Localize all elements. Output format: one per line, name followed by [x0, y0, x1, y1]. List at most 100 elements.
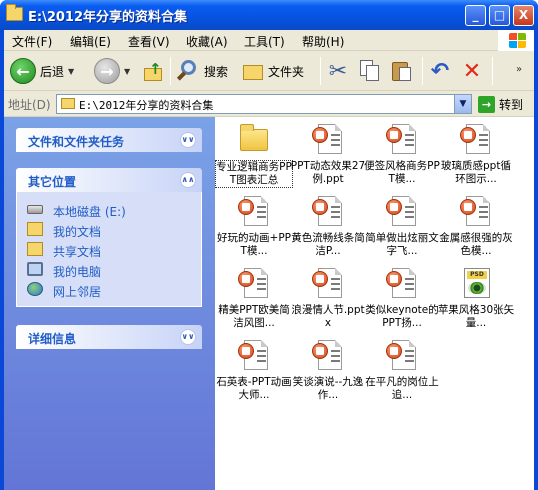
file-item[interactable]: 石英表-PPT动画大师...	[215, 339, 293, 402]
file-item[interactable]: 类似keynote的PPT扬...	[363, 267, 441, 330]
file-item[interactable]: 专业逻辑商务PPT图表汇总	[215, 123, 293, 188]
address-input[interactable]: E:\2012年分享的资料合集 ▼	[56, 94, 472, 114]
file-item[interactable]: 在平凡的岗位上追...	[363, 339, 441, 402]
file-item[interactable]: 便签风格商务PPT模...	[363, 123, 441, 186]
search-icon	[176, 59, 200, 83]
folders-button[interactable]: 文件夹	[242, 55, 304, 87]
back-button[interactable]: ← 后退 ▼	[10, 55, 74, 87]
place-local-disk[interactable]: 本地磁盘 (E:)	[17, 200, 201, 220]
folder-icon	[61, 98, 75, 109]
file-item[interactable]: 笑谈演说--九逸作...	[289, 339, 367, 402]
search-button[interactable]: 搜索	[176, 55, 228, 87]
menu-favorites[interactable]: 收藏(A)	[186, 33, 228, 50]
address-value: E:\2012年分享的资料合集	[79, 99, 214, 112]
menu-view[interactable]: 查看(V)	[128, 33, 170, 50]
window-title: E:\2012年分享的资料合集	[28, 10, 188, 25]
copy-button[interactable]	[358, 55, 382, 87]
back-arrow-icon: ←	[10, 58, 36, 84]
computer-icon	[27, 262, 43, 276]
other-places-header[interactable]: 其它位置 ∧∧	[16, 168, 202, 192]
file-tasks-title: 文件和文件夹任务	[28, 135, 125, 149]
psd-file-icon: PSD	[459, 267, 493, 301]
paste-button[interactable]	[390, 55, 414, 87]
place-shared-documents[interactable]: 共享文档	[17, 240, 201, 260]
other-places-title: 其它位置	[28, 175, 77, 189]
place-label: 我的文档	[53, 225, 102, 239]
file-item[interactable]: 玻璃质感ppt循环图示...	[437, 123, 515, 186]
chevron-down-icon: ▼	[124, 66, 131, 76]
place-label: 共享文档	[53, 245, 102, 259]
powerpoint-file-icon	[311, 195, 345, 229]
file-name: 便签风格商务PPT模...	[364, 160, 440, 185]
address-label: 地址(D)	[8, 98, 51, 112]
file-name: 简单做出炫丽文字飞...	[365, 232, 439, 257]
title-bar[interactable]: E:\2012年分享的资料合集 _ □ X	[0, 0, 538, 30]
file-item[interactable]: 好玩的动画+PPT模...	[215, 195, 293, 258]
chevron-down-icon: ▼	[68, 66, 75, 76]
file-name: 精美PPT欧美简洁风图...	[218, 304, 290, 329]
up-folder-button[interactable]: ↑	[142, 55, 164, 87]
file-item[interactable]: 浪漫情人节.pptx	[289, 267, 367, 330]
other-places-list: 本地磁盘 (E:) 我的文档 共享文档 我的电脑 网上邻居	[16, 192, 202, 307]
menu-edit[interactable]: 编辑(E)	[70, 33, 111, 50]
toolbar-divider	[170, 57, 171, 85]
file-item[interactable]: 黄色流畅线条简洁P...	[289, 195, 367, 258]
delete-x-icon: ✕	[462, 58, 482, 84]
file-item[interactable]: PSD 苹果风格30张矢量...	[437, 267, 515, 330]
close-button[interactable]: X	[513, 5, 534, 26]
expand-chevron-icon[interactable]: ∨∨	[180, 329, 196, 345]
file-item[interactable]: PPT动态效果27例.ppt	[289, 123, 367, 186]
file-name: 在平凡的岗位上追...	[365, 376, 439, 401]
toolbar-overflow-chevron-icon[interactable]: »	[516, 53, 522, 85]
place-label: 我的电脑	[53, 265, 102, 279]
place-my-documents[interactable]: 我的文档	[17, 220, 201, 240]
minimize-button[interactable]: _	[465, 5, 486, 26]
powerpoint-file-icon	[385, 195, 419, 229]
folder-icon	[6, 4, 23, 21]
menu-tools[interactable]: 工具(T)	[244, 33, 285, 50]
maximize-button[interactable]: □	[489, 5, 510, 26]
file-name: 玻璃质感ppt循环图示...	[441, 160, 511, 185]
address-dropdown-chevron-icon[interactable]: ▼	[454, 95, 471, 113]
place-my-computer[interactable]: 我的电脑	[17, 260, 201, 280]
file-name: 专业逻辑商务PPT图表汇总	[215, 160, 293, 188]
powerpoint-file-icon	[237, 339, 271, 373]
cut-button[interactable]: ✂	[326, 55, 350, 87]
file-name: PPT动态效果27例.ppt	[290, 160, 366, 185]
go-label: 转到	[499, 97, 524, 112]
file-name: 金属感很强的灰色模...	[439, 232, 513, 257]
task-pane: 文件和文件夹任务 ∨∨ 其它位置 ∧∧ 本地磁盘 (E:) 我的文档 共享文档 …	[4, 117, 215, 490]
toolbar-divider	[422, 57, 423, 85]
menu-help[interactable]: 帮助(H)	[302, 33, 344, 50]
file-tasks-header[interactable]: 文件和文件夹任务 ∨∨	[16, 128, 202, 152]
forward-button[interactable]: → ▼	[94, 55, 130, 87]
folders-label: 文件夹	[268, 64, 305, 79]
details-panel: 详细信息 ∨∨	[16, 325, 202, 349]
powerpoint-file-icon	[385, 123, 419, 157]
content-area: 文件和文件夹任务 ∨∨ 其它位置 ∧∧ 本地磁盘 (E:) 我的文档 共享文档 …	[4, 117, 534, 490]
delete-button[interactable]: ✕	[460, 55, 484, 87]
collapse-chevron-icon[interactable]: ∧∧	[180, 172, 196, 188]
undo-icon: ↶	[430, 58, 450, 84]
file-name: 好玩的动画+PPT模...	[217, 232, 291, 257]
file-name: 类似keynote的PPT扬...	[365, 304, 439, 329]
toolbar-divider	[320, 57, 321, 85]
menu-file[interactable]: 文件(F)	[12, 33, 52, 50]
scissors-icon: ✂	[328, 58, 348, 84]
expand-chevron-icon[interactable]: ∨∨	[180, 132, 196, 148]
file-item[interactable]: 金属感很强的灰色模...	[437, 195, 515, 258]
search-label: 搜索	[204, 64, 229, 79]
go-button[interactable]: → 转到	[478, 95, 523, 113]
powerpoint-file-icon	[311, 339, 345, 373]
file-item[interactable]: 精美PPT欧美简洁风图...	[215, 267, 293, 330]
place-label: 本地磁盘 (E:)	[53, 205, 126, 219]
file-tasks-panel: 文件和文件夹任务 ∨∨	[16, 128, 202, 152]
toolbar-divider	[492, 57, 493, 85]
undo-button[interactable]: ↶	[428, 55, 452, 87]
place-network[interactable]: 网上邻居	[17, 280, 201, 300]
file-item[interactable]: 简单做出炫丽文字飞...	[363, 195, 441, 258]
file-name: 石英表-PPT动画大师...	[216, 376, 292, 401]
other-places-panel: 其它位置 ∧∧ 本地磁盘 (E:) 我的文档 共享文档 我的电脑 网上邻居	[16, 168, 202, 307]
windows-logo-icon	[498, 30, 534, 51]
details-header[interactable]: 详细信息 ∨∨	[16, 325, 202, 349]
